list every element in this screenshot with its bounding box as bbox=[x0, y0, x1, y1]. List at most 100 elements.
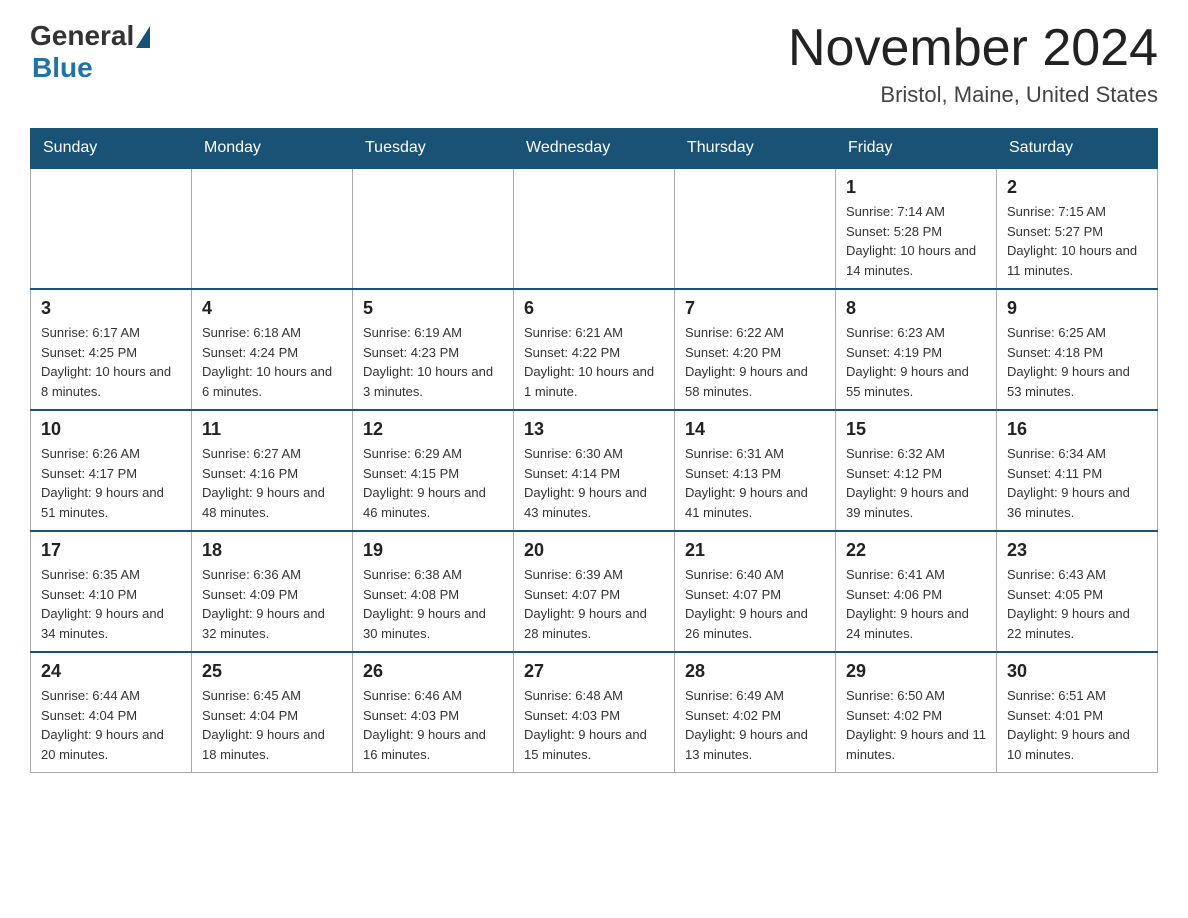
day-info: Sunrise: 6:19 AM Sunset: 4:23 PM Dayligh… bbox=[363, 323, 503, 401]
calendar-cell: 11 Sunrise: 6:27 AM Sunset: 4:16 PM Dayli… bbox=[192, 410, 353, 531]
calendar-cell: 28Sunrise: 6:49 AM Sunset: 4:02 PM Dayli… bbox=[675, 652, 836, 773]
day-info: Sunrise: 6:50 AM Sunset: 4:02 PM Dayligh… bbox=[846, 686, 986, 764]
calendar-cell: 14 Sunrise: 6:31 AM Sunset: 4:13 PM Dayli… bbox=[675, 410, 836, 531]
calendar-day-header: Friday bbox=[836, 129, 997, 169]
day-number: 8 bbox=[846, 298, 986, 319]
calendar-day-header: Monday bbox=[192, 129, 353, 169]
calendar-cell: 22 Sunrise: 6:41 AM Sunset: 4:06 PM Dayli… bbox=[836, 531, 997, 652]
calendar-cell bbox=[675, 168, 836, 289]
day-info: Sunrise: 6:48 AM Sunset: 4:03 PM Dayligh… bbox=[524, 686, 664, 764]
calendar-cell: 18 Sunrise: 6:36 AM Sunset: 4:09 PM Dayli… bbox=[192, 531, 353, 652]
calendar-cell: 8 Sunrise: 6:23 AM Sunset: 4:19 PM Daylig… bbox=[836, 289, 997, 410]
day-info: Sunrise: 6:40 AM Sunset: 4:07 PM Dayligh… bbox=[685, 565, 825, 643]
calendar-cell: 15 Sunrise: 6:32 AM Sunset: 4:12 PM Dayli… bbox=[836, 410, 997, 531]
calendar-day-header: Thursday bbox=[675, 129, 836, 169]
logo-blue-text: Blue bbox=[32, 52, 93, 84]
day-info: Sunrise: 6:27 AM Sunset: 4:16 PM Dayligh… bbox=[202, 444, 342, 522]
day-number: 25 bbox=[202, 661, 342, 682]
calendar-cell bbox=[353, 168, 514, 289]
day-number: 11 bbox=[202, 419, 342, 440]
day-number: 5 bbox=[363, 298, 503, 319]
day-number: 14 bbox=[685, 419, 825, 440]
day-number: 18 bbox=[202, 540, 342, 561]
page-header: General Blue November 2024 Bristol, Main… bbox=[30, 20, 1158, 108]
calendar-cell: 29 Sunrise: 6:50 AM Sunset: 4:02 PM Dayli… bbox=[836, 652, 997, 773]
day-number: 19 bbox=[363, 540, 503, 561]
calendar-week-row: 10 Sunrise: 6:26 AM Sunset: 4:17 PM Dayli… bbox=[31, 410, 1158, 531]
calendar-table: SundayMondayTuesdayWednesdayThursdayFrid… bbox=[30, 128, 1158, 773]
calendar-cell: 23 Sunrise: 6:43 AM Sunset: 4:05 PM Dayli… bbox=[997, 531, 1158, 652]
day-number: 13 bbox=[524, 419, 664, 440]
day-number: 27 bbox=[524, 661, 664, 682]
day-info: Sunrise: 6:41 AM Sunset: 4:06 PM Dayligh… bbox=[846, 565, 986, 643]
day-info: Sunrise: 6:22 AM Sunset: 4:20 PM Dayligh… bbox=[685, 323, 825, 401]
logo: General Blue bbox=[30, 20, 150, 84]
calendar-cell: 25 Sunrise: 6:45 AM Sunset: 4:04 PM Dayli… bbox=[192, 652, 353, 773]
day-number: 29 bbox=[846, 661, 986, 682]
day-info: Sunrise: 6:43 AM Sunset: 4:05 PM Dayligh… bbox=[1007, 565, 1147, 643]
calendar-week-row: 24Sunrise: 6:44 AM Sunset: 4:04 PM Dayli… bbox=[31, 652, 1158, 773]
day-info: Sunrise: 6:30 AM Sunset: 4:14 PM Dayligh… bbox=[524, 444, 664, 522]
day-info: Sunrise: 6:45 AM Sunset: 4:04 PM Dayligh… bbox=[202, 686, 342, 764]
day-info: Sunrise: 6:29 AM Sunset: 4:15 PM Dayligh… bbox=[363, 444, 503, 522]
calendar-cell: 3 Sunrise: 6:17 AM Sunset: 4:25 PM Daylig… bbox=[31, 289, 192, 410]
day-info: Sunrise: 6:51 AM Sunset: 4:01 PM Dayligh… bbox=[1007, 686, 1147, 764]
day-number: 28 bbox=[685, 661, 825, 682]
day-info: Sunrise: 6:36 AM Sunset: 4:09 PM Dayligh… bbox=[202, 565, 342, 643]
day-number: 22 bbox=[846, 540, 986, 561]
calendar-cell: 24Sunrise: 6:44 AM Sunset: 4:04 PM Dayli… bbox=[31, 652, 192, 773]
calendar-cell: 19 Sunrise: 6:38 AM Sunset: 4:08 PM Dayli… bbox=[353, 531, 514, 652]
day-number: 7 bbox=[685, 298, 825, 319]
day-info: Sunrise: 6:21 AM Sunset: 4:22 PM Dayligh… bbox=[524, 323, 664, 401]
day-info: Sunrise: 6:31 AM Sunset: 4:13 PM Dayligh… bbox=[685, 444, 825, 522]
day-info: Sunrise: 6:26 AM Sunset: 4:17 PM Dayligh… bbox=[41, 444, 181, 522]
calendar-cell: 16Sunrise: 6:34 AM Sunset: 4:11 PM Dayli… bbox=[997, 410, 1158, 531]
day-number: 16 bbox=[1007, 419, 1147, 440]
day-info: Sunrise: 6:38 AM Sunset: 4:08 PM Dayligh… bbox=[363, 565, 503, 643]
calendar-cell: 5 Sunrise: 6:19 AM Sunset: 4:23 PM Daylig… bbox=[353, 289, 514, 410]
title-section: November 2024 Bristol, Maine, United Sta… bbox=[788, 20, 1158, 108]
calendar-cell: 21Sunrise: 6:40 AM Sunset: 4:07 PM Dayli… bbox=[675, 531, 836, 652]
calendar-cell bbox=[31, 168, 192, 289]
calendar-cell: 9Sunrise: 6:25 AM Sunset: 4:18 PM Daylig… bbox=[997, 289, 1158, 410]
calendar-cell: 10 Sunrise: 6:26 AM Sunset: 4:17 PM Dayli… bbox=[31, 410, 192, 531]
calendar-cell: 30Sunrise: 6:51 AM Sunset: 4:01 PM Dayli… bbox=[997, 652, 1158, 773]
day-number: 6 bbox=[524, 298, 664, 319]
day-info: Sunrise: 6:35 AM Sunset: 4:10 PM Dayligh… bbox=[41, 565, 181, 643]
logo-general-text: General bbox=[30, 20, 134, 52]
day-number: 15 bbox=[846, 419, 986, 440]
calendar-week-row: 3 Sunrise: 6:17 AM Sunset: 4:25 PM Daylig… bbox=[31, 289, 1158, 410]
day-number: 10 bbox=[41, 419, 181, 440]
day-info: Sunrise: 6:17 AM Sunset: 4:25 PM Dayligh… bbox=[41, 323, 181, 401]
day-info: Sunrise: 6:39 AM Sunset: 4:07 PM Dayligh… bbox=[524, 565, 664, 643]
day-info: Sunrise: 6:18 AM Sunset: 4:24 PM Dayligh… bbox=[202, 323, 342, 401]
calendar-cell: 27 Sunrise: 6:48 AM Sunset: 4:03 PM Dayli… bbox=[514, 652, 675, 773]
day-number: 12 bbox=[363, 419, 503, 440]
day-number: 4 bbox=[202, 298, 342, 319]
calendar-cell bbox=[192, 168, 353, 289]
day-number: 26 bbox=[363, 661, 503, 682]
day-info: Sunrise: 6:46 AM Sunset: 4:03 PM Dayligh… bbox=[363, 686, 503, 764]
calendar-cell: 4 Sunrise: 6:18 AM Sunset: 4:24 PM Daylig… bbox=[192, 289, 353, 410]
calendar-week-row: 1Sunrise: 7:14 AM Sunset: 5:28 PM Daylig… bbox=[31, 168, 1158, 289]
calendar-cell: 20Sunrise: 6:39 AM Sunset: 4:07 PM Dayli… bbox=[514, 531, 675, 652]
day-number: 23 bbox=[1007, 540, 1147, 561]
day-info: Sunrise: 7:14 AM Sunset: 5:28 PM Dayligh… bbox=[846, 202, 986, 280]
calendar-cell bbox=[514, 168, 675, 289]
calendar-cell: 12 Sunrise: 6:29 AM Sunset: 4:15 PM Dayli… bbox=[353, 410, 514, 531]
day-number: 17 bbox=[41, 540, 181, 561]
calendar-cell: 26 Sunrise: 6:46 AM Sunset: 4:03 PM Dayli… bbox=[353, 652, 514, 773]
location-subtitle: Bristol, Maine, United States bbox=[788, 82, 1158, 108]
day-number: 9 bbox=[1007, 298, 1147, 319]
calendar-cell: 2Sunrise: 7:15 AM Sunset: 5:27 PM Daylig… bbox=[997, 168, 1158, 289]
day-info: Sunrise: 6:44 AM Sunset: 4:04 PM Dayligh… bbox=[41, 686, 181, 764]
day-number: 3 bbox=[41, 298, 181, 319]
day-info: Sunrise: 6:23 AM Sunset: 4:19 PM Dayligh… bbox=[846, 323, 986, 401]
calendar-cell: 1Sunrise: 7:14 AM Sunset: 5:28 PM Daylig… bbox=[836, 168, 997, 289]
calendar-day-header: Wednesday bbox=[514, 129, 675, 169]
calendar-day-header: Sunday bbox=[31, 129, 192, 169]
day-number: 2 bbox=[1007, 177, 1147, 198]
calendar-day-header: Tuesday bbox=[353, 129, 514, 169]
day-info: Sunrise: 6:32 AM Sunset: 4:12 PM Dayligh… bbox=[846, 444, 986, 522]
calendar-cell: 7 Sunrise: 6:22 AM Sunset: 4:20 PM Daylig… bbox=[675, 289, 836, 410]
